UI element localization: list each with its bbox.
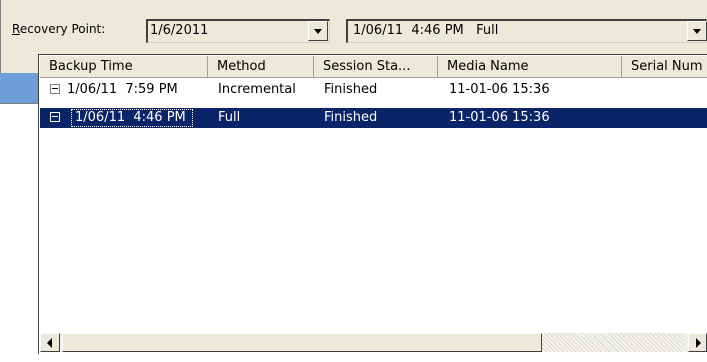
session-dropdown-button[interactable] bbox=[687, 21, 707, 41]
recovery-point-label: Recovery Point: bbox=[12, 22, 106, 36]
focus-rectangle bbox=[71, 109, 193, 127]
recovery-date-dropdown-button[interactable] bbox=[308, 21, 328, 41]
list-header: Backup Time Method Session Sta... Media … bbox=[40, 56, 707, 78]
arrow-left-icon bbox=[47, 338, 52, 348]
recovery-date-value: 1/6/2011 bbox=[150, 23, 209, 38]
column-header-media-name[interactable]: Media Name bbox=[438, 56, 622, 78]
session-value: 1/06/11 4:46 PM Full bbox=[353, 23, 499, 38]
arrow-right-icon bbox=[696, 338, 701, 348]
chevron-down-icon bbox=[693, 29, 701, 34]
column-header-serial-number[interactable]: Serial Num bbox=[622, 56, 707, 78]
cell-session-status: Finished bbox=[324, 82, 378, 97]
cell-method: Full bbox=[218, 110, 241, 125]
cell-media-name: 11-01-06 15:36 bbox=[449, 82, 550, 97]
cell-method: Incremental bbox=[218, 82, 296, 97]
background-pane-strip bbox=[0, 73, 42, 103]
column-header-method[interactable]: Method bbox=[208, 56, 314, 78]
scroll-left-button[interactable] bbox=[40, 333, 60, 352]
table-row[interactable]: 1/06/11 7:59 PM Incremental Finished 11-… bbox=[40, 80, 707, 100]
background-pane bbox=[0, 103, 42, 360]
column-header-backup-time[interactable]: Backup Time bbox=[40, 56, 208, 78]
collapse-icon[interactable] bbox=[50, 112, 60, 122]
collapse-icon[interactable] bbox=[50, 84, 60, 94]
column-header-session-status[interactable]: Session Sta... bbox=[314, 56, 438, 78]
scroll-right-button[interactable] bbox=[688, 333, 707, 352]
cell-session-status: Finished bbox=[324, 110, 378, 125]
chevron-down-icon bbox=[314, 29, 322, 34]
cell-media-name: 11-01-06 15:36 bbox=[449, 110, 550, 125]
cell-backup-time: 1/06/11 7:59 PM bbox=[67, 82, 178, 97]
scrollbar-thumb[interactable] bbox=[62, 333, 542, 352]
